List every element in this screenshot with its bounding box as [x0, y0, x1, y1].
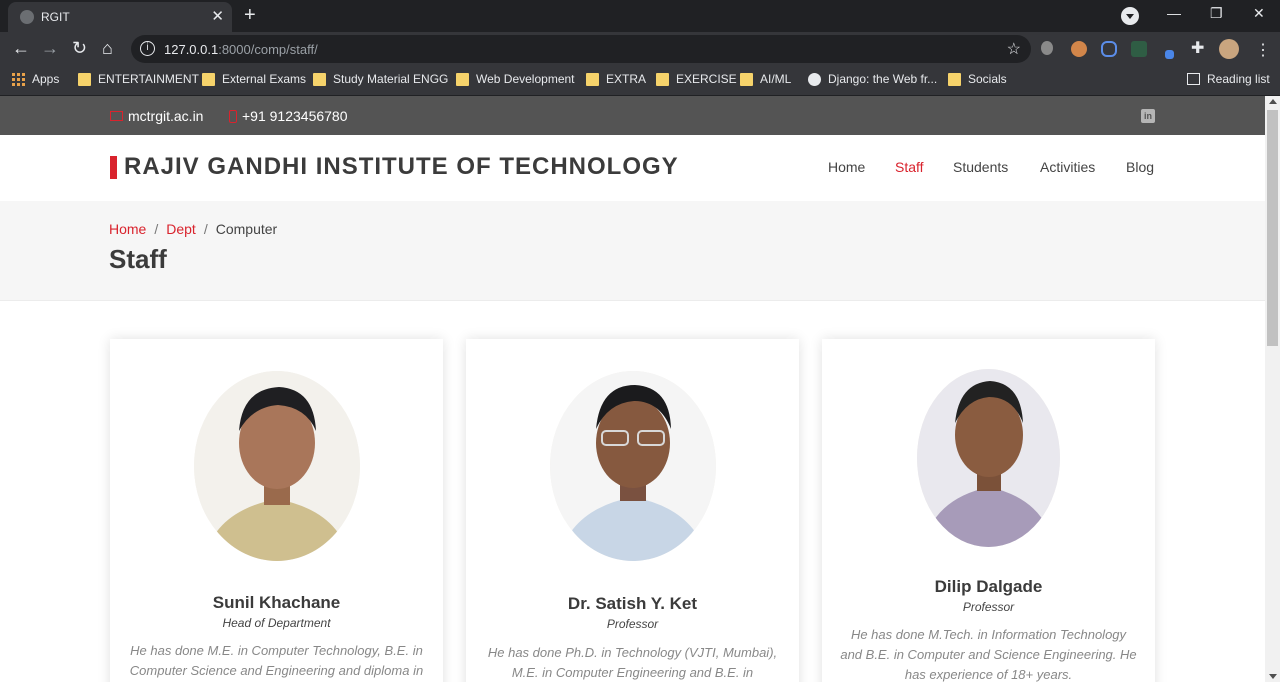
- tab-title: RGIT: [41, 10, 70, 24]
- new-tab-icon[interactable]: +: [244, 4, 256, 27]
- browser-toolbar: ← → ↻ ⌂ i 127.0.0.1:8000/comp/staff/ ☆ ✚…: [0, 32, 1280, 66]
- folder-icon: [656, 72, 669, 86]
- staff-bio: He has done M.Tech. in Information Techn…: [840, 627, 1137, 682]
- page-scrollbar[interactable]: [1265, 96, 1280, 682]
- bookmark-ai-ml[interactable]: AI/ML: [740, 72, 791, 86]
- minimize-icon[interactable]: —: [1167, 5, 1181, 21]
- breadcrumb-section: Home / Dept / Computer Staff: [0, 201, 1265, 301]
- nav-blog[interactable]: Blog: [1126, 159, 1154, 175]
- bookmark-web-development[interactable]: Web Development: [456, 72, 575, 86]
- folder-icon: [456, 72, 469, 86]
- envelope-icon: [110, 111, 123, 121]
- home-icon[interactable]: ⌂: [102, 38, 113, 59]
- nav-students[interactable]: Students: [953, 159, 1008, 175]
- breadcrumb: Home / Dept / Computer: [109, 221, 277, 237]
- breadcrumb-current: Computer: [215, 221, 278, 237]
- nav-staff[interactable]: Staff: [895, 159, 924, 175]
- bookmark-django[interactable]: Django: the Web fr...: [808, 72, 937, 86]
- staff-photo: [194, 371, 360, 561]
- bookmark-exercise[interactable]: EXERCISE: [656, 72, 737, 86]
- folder-icon: [740, 72, 753, 86]
- staff-role: Professor: [606, 617, 659, 631]
- browser-tab[interactable]: RGIT ✕: [8, 2, 232, 32]
- staff-role: Head of Department: [222, 616, 331, 630]
- link-extension-icon[interactable]: [1101, 41, 1117, 57]
- contact-topbar: mctrgit.ac.in +91 9123456780 in: [0, 96, 1265, 135]
- linkedin-icon[interactable]: in: [1141, 109, 1155, 123]
- back-icon[interactable]: ←: [12, 38, 30, 59]
- scrollbar-thumb[interactable]: [1267, 110, 1278, 346]
- cookie-extension-icon[interactable]: [1071, 41, 1087, 57]
- close-tab-icon[interactable]: ✕: [211, 7, 224, 25]
- menu-kebab-icon[interactable]: ⋮: [1255, 40, 1271, 60]
- breadcrumb-separator: /: [154, 221, 159, 237]
- bookmark-study-material[interactable]: Study Material ENGG: [313, 72, 448, 86]
- bookmark-apps[interactable]: Apps: [12, 72, 59, 86]
- folder-icon: [948, 72, 961, 86]
- staff-bio: He has done Ph.D. in Technology (VJTI, M…: [487, 645, 778, 680]
- email-contact[interactable]: mctrgit.ac.in: [110, 108, 203, 124]
- browser-tab-bar: RGIT ✕ + — ❐ ✕: [0, 0, 1280, 32]
- page-viewport: mctrgit.ac.in +91 9123456780 in RAJIV GA…: [0, 96, 1265, 682]
- reading-list-icon: [1187, 73, 1200, 85]
- site-info-icon[interactable]: i: [140, 41, 155, 56]
- extension-icon[interactable]: [1041, 41, 1053, 55]
- bookmark-star-icon[interactable]: ☆: [1007, 39, 1021, 59]
- forward-icon[interactable]: →: [41, 38, 59, 59]
- staff-name: Dilip Dalgade: [934, 577, 1043, 596]
- phone-icon: [229, 109, 237, 123]
- phone-contact[interactable]: +91 9123456780: [229, 108, 348, 124]
- staff-card: Dilip Dalgade Professor He has done M.Te…: [822, 339, 1155, 682]
- reading-list[interactable]: Reading list: [1187, 72, 1270, 86]
- breadcrumb-separator: /: [203, 221, 208, 237]
- staff-role: Professor: [962, 600, 1015, 614]
- bookmark-socials[interactable]: Socials: [948, 72, 1007, 86]
- page-title: Staff: [109, 244, 167, 274]
- apps-grid-icon: [12, 72, 25, 86]
- nav-activities[interactable]: Activities: [1040, 159, 1095, 175]
- folder-icon: [586, 72, 599, 86]
- breadcrumb-home[interactable]: Home: [109, 221, 146, 237]
- restore-icon[interactable]: ❐: [1210, 5, 1223, 22]
- email-text[interactable]: mctrgit.ac.in: [128, 108, 203, 124]
- address-bar[interactable]: i 127.0.0.1:8000/comp/staff/ ☆: [131, 35, 1031, 63]
- folder-icon: [78, 72, 91, 86]
- scroll-down-icon[interactable]: [1269, 674, 1277, 679]
- django-icon: [808, 72, 821, 86]
- bookmark-extra[interactable]: EXTRA: [586, 72, 646, 86]
- window-close-icon[interactable]: ✕: [1253, 5, 1265, 22]
- site-logo[interactable]: RAJIV GANDHI INSTITUTE OF TECHNOLOGY: [124, 153, 679, 181]
- globe-icon: [20, 10, 34, 24]
- logo-accent-bar: [110, 156, 117, 179]
- pen-extension-icon[interactable]: [1165, 50, 1174, 59]
- extensions-puzzle-icon[interactable]: ✚: [1191, 38, 1204, 58]
- sheets-extension-icon[interactable]: [1131, 41, 1147, 57]
- staff-card: Dr. Satish Y. Ket Professor He has done …: [466, 339, 799, 682]
- url-text[interactable]: 127.0.0.1:8000/comp/staff/: [164, 42, 318, 57]
- tab-search-icon[interactable]: [1121, 7, 1139, 25]
- bookmark-external-exams[interactable]: External Exams: [202, 72, 306, 86]
- folder-icon: [313, 72, 326, 86]
- bookmark-entertainment[interactable]: ENTERTAINMENT: [78, 72, 199, 86]
- bookmarks-bar: Apps ENTERTAINMENT External Exams Study …: [0, 66, 1280, 96]
- staff-name: Sunil Khachane: [212, 593, 341, 612]
- staff-name: Dr. Satish Y. Ket: [567, 594, 698, 613]
- staff-bio: He has done M.E. in Computer Technology,…: [129, 643, 424, 678]
- reload-icon[interactable]: ↻: [72, 38, 87, 59]
- phone-text[interactable]: +91 9123456780: [242, 108, 348, 124]
- staff-photo: [917, 369, 1060, 547]
- nav-home[interactable]: Home: [828, 159, 865, 175]
- avatar[interactable]: [1219, 39, 1239, 59]
- breadcrumb-dept[interactable]: Dept: [166, 221, 196, 237]
- staff-photo: [550, 371, 716, 561]
- site-header: RAJIV GANDHI INSTITUTE OF TECHNOLOGY Hom…: [0, 135, 1265, 201]
- staff-card: Sunil Khachane Head of Department He has…: [110, 339, 443, 682]
- folder-icon: [202, 72, 215, 86]
- scroll-up-icon[interactable]: [1269, 99, 1277, 104]
